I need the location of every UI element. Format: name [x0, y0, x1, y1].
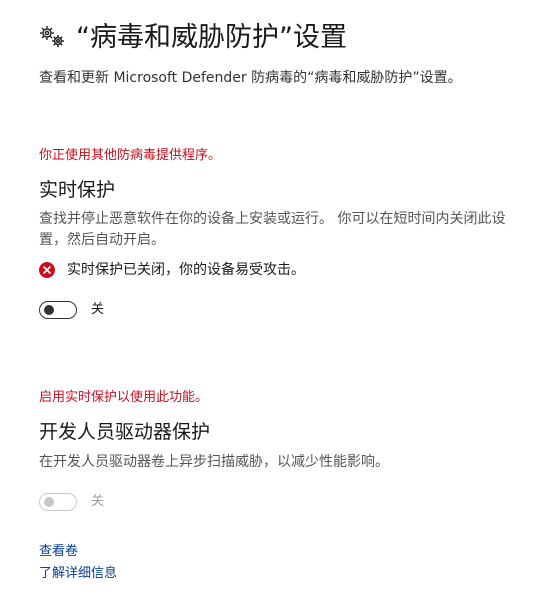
- learn-more-link[interactable]: 了解详细信息: [39, 565, 117, 583]
- page-title: “病毒和威胁防护”设置: [76, 22, 347, 53]
- realtime-protection-toggle-row: 关: [39, 299, 104, 321]
- dev-drive-protection-description: 在开发人员驱动器卷上异步扫描威胁，以减少性能影响。: [39, 454, 389, 470]
- realtime-protection-toggle[interactable]: [39, 301, 77, 319]
- virus-threat-protection-settings-page: “病毒和威胁防护”设置 查看和更新 Microsoft Defender 防病毒…: [0, 0, 548, 600]
- dev-drive-protection-toggle[interactable]: [39, 493, 77, 511]
- toggle-knob: [44, 497, 54, 507]
- toggle-knob: [44, 305, 54, 315]
- dev-drive-protection-title: 开发人员驱动器保护: [39, 421, 211, 443]
- view-volumes-link[interactable]: 查看卷: [39, 543, 78, 561]
- realtime-status-row: 实时保护已关闭，你的设备易受攻击。: [39, 260, 305, 280]
- realtime-protection-title: 实时保护: [39, 179, 116, 201]
- gears-icon: [38, 24, 68, 50]
- realtime-status-text: 实时保护已关闭，你的设备易受攻击。: [67, 262, 305, 278]
- error-x-icon: [39, 262, 55, 278]
- dev-drive-toggle-row: 关: [39, 491, 104, 513]
- enable-realtime-warning: 启用实时保护以使用此功能。: [39, 390, 209, 405]
- realtime-protection-description: 查找并停止恶意软件在你的设备上安装或运行。 你可以在短时间内关闭此设置，然后自动…: [39, 211, 506, 248]
- realtime-toggle-state-label: 关: [91, 302, 105, 317]
- other-provider-warning: 你正使用其他防病毒提供程序。: [39, 148, 222, 163]
- dev-drive-toggle-state-label: 关: [91, 494, 105, 509]
- page-subtitle: 查看和更新 Microsoft Defender 防病毒的“病毒和威胁防护”设置…: [39, 70, 462, 86]
